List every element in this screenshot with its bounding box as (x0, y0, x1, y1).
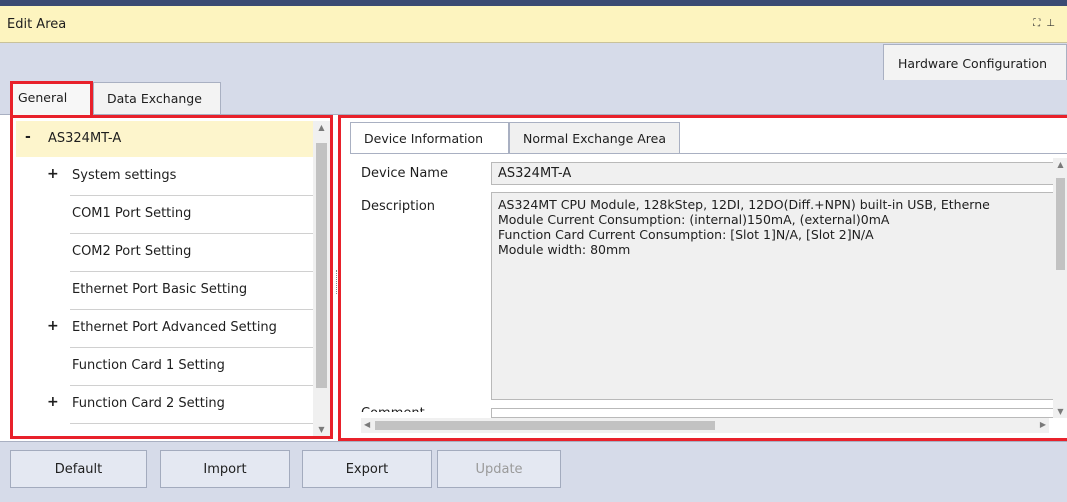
tree-item-label: Function Card 2 Setting (72, 396, 225, 411)
device-detail-panel: Device Information Normal Exchange Area … (338, 115, 1067, 441)
description-label: Description (361, 199, 436, 214)
default-button-label: Default (54, 462, 103, 477)
tree-item-label: Ethernet Port Basic Setting (72, 282, 248, 297)
divider (70, 423, 313, 424)
pin-icon[interactable]: ⊥ (1046, 18, 1061, 29)
window-title: Edit Area (7, 17, 67, 32)
scroll-down-icon[interactable]: ▼ (1053, 407, 1067, 416)
expand-icon[interactable]: + (47, 166, 59, 182)
scroll-up-icon[interactable]: ▲ (1053, 160, 1067, 169)
import-button[interactable]: Import (160, 450, 290, 488)
comment-field[interactable] (491, 408, 1057, 418)
tab-general[interactable]: General (10, 81, 93, 115)
tree-item-system-settings[interactable]: + System settings (13, 158, 313, 196)
description-line: Module Current Consumption: (internal)15… (498, 212, 890, 227)
detail-scrollbar[interactable]: ▲ ▼ (1053, 158, 1067, 418)
tab-device-information-label: Device Information (364, 131, 484, 146)
tree-item-ethernet-advanced[interactable]: + Ethernet Port Advanced Setting (13, 310, 313, 348)
import-button-label: Import (203, 462, 247, 477)
update-button-label: Update (475, 462, 523, 477)
scroll-left-icon[interactable]: ◀ (364, 420, 370, 429)
description-line: Function Card Current Consumption: [Slot… (498, 227, 874, 242)
scroll-down-icon[interactable]: ▼ (313, 425, 330, 434)
tab-hardware-configuration-label: Hardware Configuration (898, 56, 1048, 71)
title-bar-icons: ⛶⊥ (1033, 18, 1061, 29)
detail-scrollbar-thumb[interactable] (1056, 178, 1065, 270)
tab-device-information[interactable]: Device Information (350, 122, 509, 153)
tree-item-ethernet-basic[interactable]: Ethernet Port Basic Setting (13, 272, 313, 310)
expand-icon[interactable]: + (47, 394, 59, 410)
detail-horizontal-scrollbar[interactable]: ◀ ▶ (361, 418, 1049, 433)
tree-item-com2-port[interactable]: COM2 Port Setting (13, 234, 313, 272)
tab-general-label: General (18, 90, 68, 105)
tab-normal-exchange-area[interactable]: Normal Exchange Area (509, 122, 680, 153)
device-name-field: AS324MT-A (491, 162, 1057, 185)
tree-item-label: COM1 Port Setting (72, 206, 192, 221)
tree-item-function-card-2[interactable]: + Function Card 2 Setting (13, 386, 313, 424)
scroll-right-icon[interactable]: ▶ (1040, 420, 1046, 429)
tree-item-label: COM2 Port Setting (72, 244, 192, 259)
tree-item-label: AS324MT-A (48, 131, 122, 146)
comment-label: Comment (361, 406, 425, 412)
tree-item-com1-port[interactable]: COM1 Port Setting (13, 196, 313, 234)
tab-hardware-configuration[interactable]: Hardware Configuration (883, 44, 1067, 80)
export-button-label: Export (345, 462, 389, 477)
collapse-icon[interactable]: - (25, 129, 31, 145)
expand-icon[interactable]: + (47, 318, 59, 334)
description-field: AS324MT CPU Module, 128kStep, 12DI, 12DO… (491, 192, 1057, 400)
update-button: Update (437, 450, 561, 488)
settings-tree-panel: - AS324MT-A + System settings COM1 Port … (10, 115, 333, 439)
device-name-label: Device Name (361, 166, 448, 181)
tab-data-exchange-label: Data Exchange (107, 91, 202, 106)
description-line: Module width: 80mm (498, 242, 631, 257)
device-name-value: AS324MT-A (498, 166, 572, 181)
edit-area-title-bar: Edit Area ⛶⊥ (0, 0, 1067, 43)
scroll-up-icon[interactable]: ▲ (313, 123, 330, 132)
horizontal-scrollbar-thumb[interactable] (375, 421, 715, 430)
tree-scrollbar-thumb[interactable] (316, 143, 327, 388)
tab-normal-exchange-area-label: Normal Exchange Area (523, 131, 667, 146)
tree-item-label: Function Card 1 Setting (72, 358, 225, 373)
tree-item-label: Ethernet Port Advanced Setting (72, 320, 277, 335)
default-button[interactable]: Default (10, 450, 147, 488)
tree-item-label: System settings (72, 168, 177, 183)
description-line: AS324MT CPU Module, 128kStep, 12DI, 12DO… (498, 197, 990, 212)
maximize-icon[interactable]: ⛶ (1033, 18, 1046, 29)
export-button[interactable]: Export (302, 450, 432, 488)
tree-item-root[interactable]: - AS324MT-A (16, 121, 313, 157)
button-bar: Default Import Export Update (0, 441, 1067, 502)
tab-data-exchange[interactable]: Data Exchange (93, 82, 221, 115)
tree-scrollbar[interactable]: ▲ ▼ (313, 121, 330, 436)
tree-item-function-card-1[interactable]: Function Card 1 Setting (13, 348, 313, 386)
tab-divider (350, 153, 1067, 154)
